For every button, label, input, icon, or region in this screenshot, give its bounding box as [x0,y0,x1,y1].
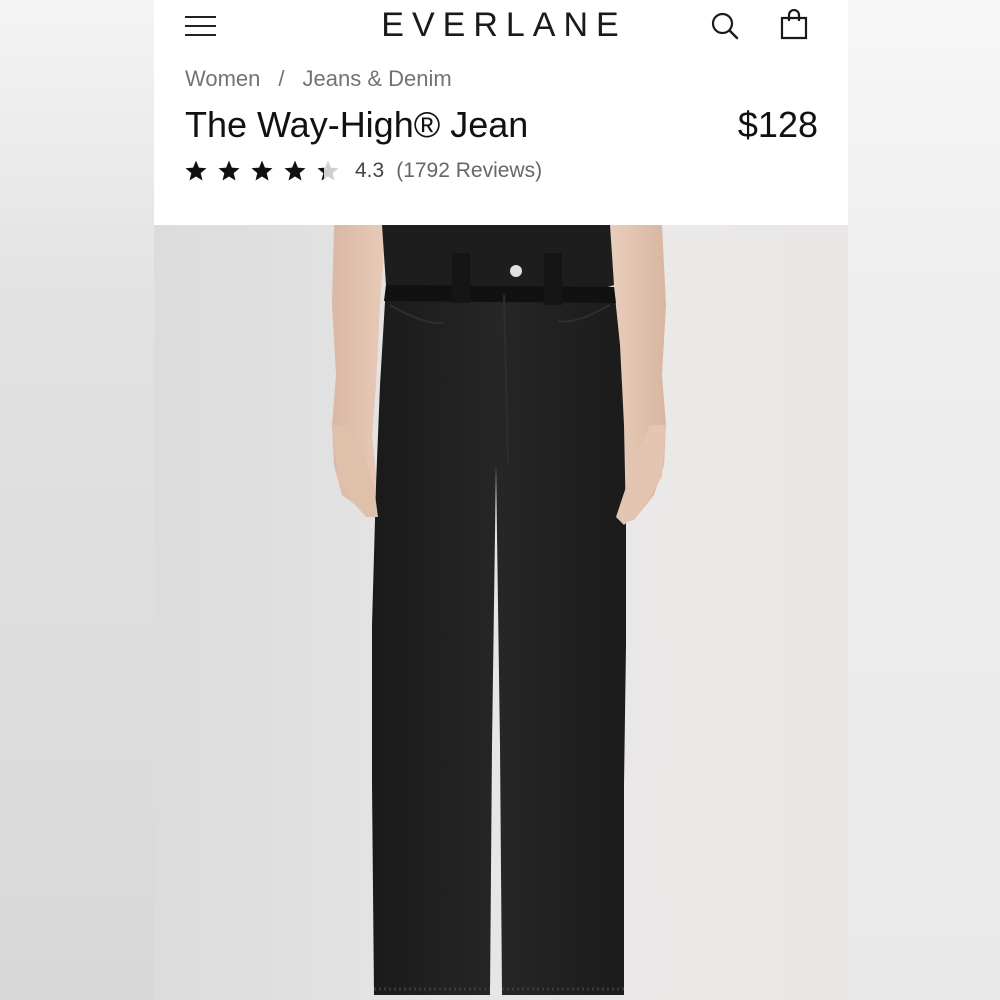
search-icon[interactable] [710,11,740,41]
star-icon [317,160,339,181]
star-icon [284,160,306,181]
product-photo-black-jeans [332,225,666,995]
product-image[interactable] [154,225,848,1000]
breadcrumb-item-women[interactable]: Women [185,66,260,91]
product-price: $128 [737,104,818,145]
product-rating[interactable]: 4.3 (1792 Reviews) [184,155,542,187]
background-right [848,0,1000,1000]
shopping-bag-icon[interactable] [779,8,809,41]
breadcrumb-item-jeans-denim[interactable]: Jeans & Denim [303,66,452,91]
rating-value: 4.3 [355,159,385,182]
star-icon [251,160,273,181]
star-rating [184,159,349,183]
star-icon [218,160,240,181]
product-page: EVERLANE Women / Jeans & Denim The Way-Hig… [154,0,848,1000]
product-title: The Way-High® Jean [185,104,529,145]
star-icon [185,160,207,181]
review-count-link[interactable]: (1792 Reviews) [396,159,542,183]
site-header: EVERLANE [154,0,848,54]
background-left [0,0,154,1000]
breadcrumb: Women / Jeans & Denim [185,66,452,92]
hamburger-menu-icon[interactable] [185,14,217,38]
breadcrumb-separator: / [278,66,285,91]
brand-logo[interactable]: EVERLANE [374,6,634,45]
